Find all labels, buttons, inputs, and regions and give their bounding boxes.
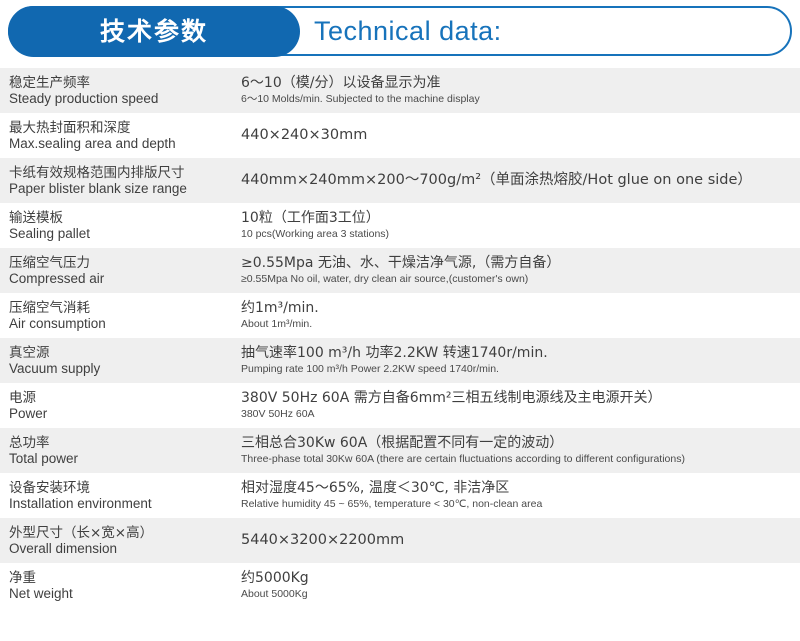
header-pill-label: 技术参数 xyxy=(99,17,208,46)
spec-label-zh: 总功率 xyxy=(9,434,50,451)
spec-value-en: Three-phase total 30Kw 60A (there are ce… xyxy=(241,453,685,465)
header-blue-pill: 技术参数 xyxy=(8,6,300,57)
spec-label-cell: 设备安装环境 Installation environment xyxy=(0,473,232,518)
spec-label-cell: 稳定生产频率 Steady production speed xyxy=(0,68,232,113)
spec-label-cell: 压缩空气压力 Compressed air xyxy=(0,248,232,293)
spec-label-en: Sealing pallet xyxy=(9,225,91,241)
spec-label-cell: 最大热封面积和深度 Max.sealing area and depth xyxy=(0,113,232,158)
spec-label-zh: 外型尺寸（长×宽×高） xyxy=(9,524,154,541)
spec-value-zh: 相对湿度45～65%, 温度＜30℃, 非洁净区 xyxy=(241,480,510,496)
header-english-title: Technical data: xyxy=(314,16,502,46)
spec-value-cell: 相对湿度45～65%, 温度＜30℃, 非洁净区 Relative humidit… xyxy=(232,473,800,518)
spec-value-zh: 440×240×30mm xyxy=(241,127,368,143)
spec-value-zh: 抽气速率100 m³/h 功率2.2KW 转速1740r/min. xyxy=(241,345,548,361)
spec-label-en: Overall dimension xyxy=(9,540,118,556)
spec-label-zh: 最大热封面积和深度 xyxy=(9,119,131,136)
spec-label-en: Steady production speed xyxy=(9,90,159,106)
spec-label-zh: 设备安装环境 xyxy=(9,479,90,496)
technical-data-header: 技术参数 Technical data: xyxy=(0,0,800,68)
spec-value-cell: 440×240×30mm xyxy=(232,113,800,158)
table-row: 压缩空气消耗 Air consumption 约1m³/min. About 1m³/… xyxy=(0,293,800,338)
table-row: 净重 Net weight 约5000Kg About 5000Kg xyxy=(0,563,800,608)
spec-value-zh: 三相总合30Kw 60A（根据配置不同有一定的波动） xyxy=(241,435,564,451)
spec-value-en: Relative humidity 45 ~ 65%, temperature … xyxy=(241,498,543,510)
spec-value-en: About 5000Kg xyxy=(241,588,308,600)
spec-value-zh: 约5000Kg xyxy=(241,570,309,586)
spec-value-cell: ≥0.55Mpa 无油、水、干燥洁净气源,（需方自备） ≥0.55Mpa No o… xyxy=(232,248,800,293)
table-row: 电源 Power 380V 50Hz 60A 需方自备6mm²三相五线制电源线及主电… xyxy=(0,383,800,428)
spec-label-en: Max.sealing area and depth xyxy=(9,135,176,151)
table-row: 真空源 Vacuum supply 抽气速率100 m³/h 功率2.2KW 转速1… xyxy=(0,338,800,383)
table-row: 压缩空气压力 Compressed air ≥0.55Mpa 无油、水、干燥洁净气源… xyxy=(0,248,800,293)
spec-value-en: Pumping rate 100 m³/h Power 2.2KW speed … xyxy=(241,363,499,375)
spec-value-zh: 10粒（工作面3工位） xyxy=(241,210,380,226)
spec-label-en: Total power xyxy=(9,450,79,466)
spec-value-cell: 三相总合30Kw 60A（根据配置不同有一定的波动） Three-phase to… xyxy=(232,428,800,473)
spec-value-zh: 5440×3200×2200mm xyxy=(241,532,405,548)
spec-value-cell: 6～10（模/分）以设备显示为准 6～10 Molds/min. Subjecte… xyxy=(232,68,800,113)
spec-value-cell: 10粒（工作面3工位） 10 pcs(Working area 3 station… xyxy=(232,203,800,248)
spec-label-zh: 电源 xyxy=(9,389,36,406)
table-row: 设备安装环境 Installation environment 相对湿度45～65%… xyxy=(0,473,800,518)
table-row: 输送模板 Sealing pallet 10粒（工作面3工位） 10 pcs(Work… xyxy=(0,203,800,248)
spec-value-cell: 380V 50Hz 60A 需方自备6mm²三相五线制电源线及主电源开关） 380… xyxy=(232,383,800,428)
spec-value-cell: 5440×3200×2200mm xyxy=(232,518,800,563)
spec-label-zh: 真空源 xyxy=(9,344,50,361)
specifications-table: 稳定生产频率 Steady production speed 6～10（模/分）以设… xyxy=(0,68,800,608)
spec-label-zh: 卡纸有效规格范围内排版尺寸 xyxy=(9,164,185,181)
spec-label-cell: 电源 Power xyxy=(0,383,232,428)
spec-label-cell: 真空源 Vacuum supply xyxy=(0,338,232,383)
table-row: 最大热封面积和深度 Max.sealing area and depth 440×2… xyxy=(0,113,800,158)
spec-label-cell: 净重 Net weight xyxy=(0,563,232,608)
spec-label-cell: 外型尺寸（长×宽×高） Overall dimension xyxy=(0,518,232,563)
spec-value-cell: 440mm×240mm×200～700g/m²（单面涂热熔胶/Hot glue … xyxy=(232,158,800,203)
spec-label-en: Power xyxy=(9,405,48,421)
spec-label-cell: 卡纸有效规格范围内排版尺寸 Paper blister blank size ra… xyxy=(0,158,232,203)
table-row: 稳定生产频率 Steady production speed 6～10（模/分）以设… xyxy=(0,68,800,113)
table-row: 外型尺寸（长×宽×高） Overall dimension 5440×3200×22… xyxy=(0,518,800,563)
spec-value-en: 6～10 Molds/min. Subjected to the machine… xyxy=(241,93,480,105)
spec-label-zh: 稳定生产频率 xyxy=(9,74,90,91)
spec-label-cell: 输送模板 Sealing pallet xyxy=(0,203,232,248)
spec-label-cell: 压缩空气消耗 Air consumption xyxy=(0,293,232,338)
table-row: 总功率 Total power 三相总合30Kw 60A（根据配置不同有一定的波动）… xyxy=(0,428,800,473)
spec-label-zh: 压缩空气压力 xyxy=(9,254,90,271)
spec-value-en: ≥0.55Mpa No oil, water, dry clean air so… xyxy=(241,273,529,285)
spec-value-cell: 抽气速率100 m³/h 功率2.2KW 转速1740r/min. Pumping… xyxy=(232,338,800,383)
spec-label-en: Paper blister blank size range xyxy=(9,180,187,196)
spec-value-en: 10 pcs(Working area 3 stations) xyxy=(241,228,390,240)
spec-label-en: Net weight xyxy=(9,585,73,601)
table-row: 卡纸有效规格范围内排版尺寸 Paper blister blank size ra… xyxy=(0,158,800,203)
spec-label-en: Vacuum supply xyxy=(9,360,101,376)
spec-label-en: Air consumption xyxy=(9,315,106,331)
spec-label-zh: 净重 xyxy=(9,569,36,586)
spec-value-zh: ≥0.55Mpa 无油、水、干燥洁净气源,（需方自备） xyxy=(241,255,561,271)
spec-label-en: Compressed air xyxy=(9,270,105,286)
spec-label-zh: 输送模板 xyxy=(9,209,63,226)
spec-value-cell: 约5000Kg About 5000Kg xyxy=(232,563,800,608)
spec-value-zh: 6～10（模/分）以设备显示为准 xyxy=(241,75,441,91)
spec-value-zh: 约1m³/min. xyxy=(241,300,319,316)
spec-label-cell: 总功率 Total power xyxy=(0,428,232,473)
spec-value-zh: 380V 50Hz 60A 需方自备6mm²三相五线制电源线及主电源开关） xyxy=(241,390,662,406)
spec-value-cell: 约1m³/min. About 1m³/min. xyxy=(232,293,800,338)
spec-label-zh: 压缩空气消耗 xyxy=(9,299,90,316)
spec-label-en: Installation environment xyxy=(9,495,152,511)
spec-value-en: About 1m³/min. xyxy=(241,318,313,330)
spec-value-zh: 440mm×240mm×200～700g/m²（单面涂热熔胶/Hot glue … xyxy=(241,172,752,188)
spec-value-en: 380V 50Hz 60A xyxy=(241,408,315,420)
